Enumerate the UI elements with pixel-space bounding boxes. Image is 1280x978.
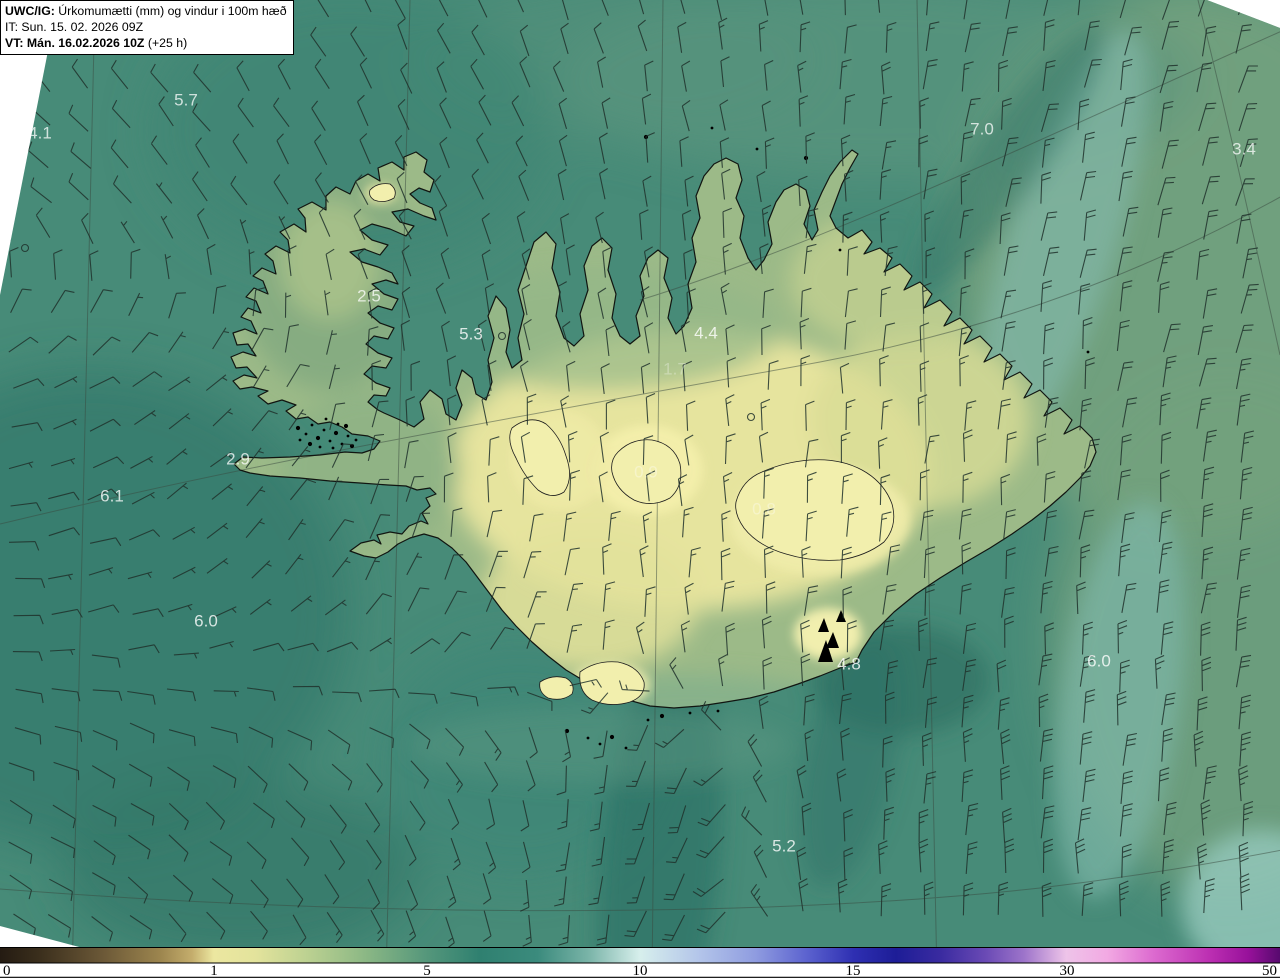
- colorbar-gradient: [0, 948, 1280, 963]
- valid-time: VT: Mán. 16.02.2026 10Z: [5, 36, 145, 50]
- islet-dot: [609, 734, 615, 740]
- map-field: 4.1 5.7 7.0 3.4 2.5 5.3 4.4 1.7 2.9 0.9 6.1 0.8 6.0 4…: [0, 0, 1280, 948]
- colorbar-tick-label: 10: [633, 963, 648, 978]
- glacier-eyjafjallajokull: [539, 676, 574, 700]
- islet-dot: [315, 435, 321, 441]
- precip-value-label: 3.4: [1232, 140, 1256, 159]
- islet-dot: [755, 147, 759, 151]
- precip-value-label: 2.9: [226, 450, 250, 469]
- product-description: Úrkomumætti (mm) og vindur i 100m hæð: [54, 4, 287, 18]
- islet-dot: [324, 417, 328, 421]
- islet-dot: [307, 441, 313, 447]
- title-line-init-time: IT: Sun. 15. 02. 2026 09Z: [5, 20, 144, 34]
- islet-dot: [624, 746, 628, 750]
- islet-dot: [1086, 350, 1090, 354]
- islet-dot: [586, 736, 590, 740]
- precip-value-label: 2.5: [357, 287, 381, 306]
- islet-dot: [304, 432, 308, 436]
- precip-value-label: 5.7: [174, 91, 198, 110]
- colorbar-tick-label: 5: [423, 963, 431, 978]
- islet-dot: [295, 425, 301, 431]
- precip-value-label: 4.8: [837, 655, 861, 674]
- precip-value-label: 4.1: [28, 124, 52, 143]
- product-code: UWC/IG:: [5, 4, 55, 18]
- precip-value-label: 6.0: [194, 612, 218, 631]
- islet-dot: [346, 434, 350, 438]
- islet-dot: [646, 718, 650, 722]
- islet-dot: [838, 248, 842, 252]
- colorbar-tick-label: 15: [846, 963, 861, 978]
- islet-dot: [354, 438, 358, 442]
- islet-dot: [716, 709, 720, 713]
- weather-map-screen: 4.1 5.7 7.0 3.4 2.5 5.3 4.4 1.7 2.9 0.9 6.1 0.8 6.0 4…: [0, 0, 1280, 978]
- islet-dot: [710, 126, 714, 130]
- precip-value-label: 7.0: [970, 120, 994, 139]
- colorbar-tick-label: 50: [1262, 963, 1277, 978]
- islet-dot: [310, 423, 314, 427]
- islet-dot: [298, 438, 302, 442]
- precip-value-label: 4.4: [694, 324, 718, 343]
- islet-dot: [659, 713, 665, 719]
- precip-value-label: 5.2: [772, 837, 796, 856]
- islet-dot: [336, 422, 340, 426]
- precip-value-label: 5.3: [459, 325, 483, 344]
- weather-map-canvas: 4.1 5.7 7.0 3.4 2.5 5.3 4.4 1.7 2.9 0.9 6.1 0.8 6.0 4…: [0, 0, 1280, 978]
- precip-value-label: 0.8: [752, 500, 776, 519]
- colorbar-tick-label: 1: [210, 963, 218, 978]
- islet-dot: [333, 430, 339, 436]
- precip-value-label: 6.1: [100, 487, 124, 506]
- title-box: UWC/IG: Úrkomumætti (mm) og vindur i 100…: [0, 0, 294, 55]
- islet-dot: [343, 423, 349, 429]
- title-line-product: UWC/IG: Úrkomumætti (mm) og vindur i 100…: [5, 3, 287, 19]
- islet-dot: [688, 711, 692, 715]
- islet-dot: [322, 428, 326, 432]
- precip-value-label: 1.7: [663, 360, 687, 379]
- colorbar: 0 1 5 10 15 30 50: [0, 947, 1280, 978]
- precip-value-label: 6.0: [1087, 652, 1111, 671]
- lead-time: (+25 h): [144, 36, 188, 50]
- islet-dot: [331, 446, 335, 450]
- colorbar-tick-label: 30: [1060, 963, 1075, 978]
- colorbar-tick-label: 0: [3, 963, 11, 978]
- islet-dot: [328, 439, 332, 443]
- title-line-valid-time: VT: Mán. 16.02.2026 10Z (+25 h): [5, 35, 287, 51]
- precip-value-label: 0.9: [634, 463, 658, 482]
- colorbar-tick-labels: 0 1 5 10 15 30 50: [3, 963, 1277, 978]
- islet-dot: [598, 742, 602, 746]
- islet-dot: [318, 445, 322, 449]
